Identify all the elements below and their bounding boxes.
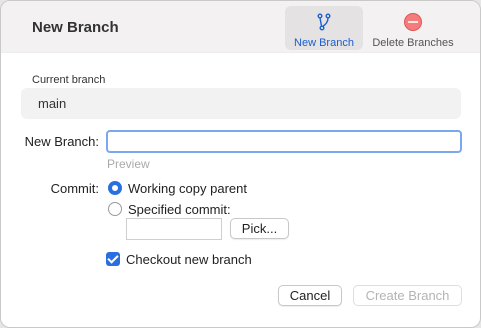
new-branch-field-label: New Branch:	[24, 134, 99, 149]
branch-icon	[314, 12, 334, 32]
pick-button[interactable]: Pick...	[230, 218, 289, 239]
working-copy-parent-label[interactable]: Working copy parent	[128, 181, 247, 196]
new-branch-toolbar-button[interactable]: New Branch	[285, 6, 363, 50]
specified-commit-label[interactable]: Specified commit:	[128, 202, 231, 217]
new-branch-input[interactable]	[106, 130, 462, 153]
new-branch-dialog: New Branch New Branch Delete Branches Cu…	[0, 0, 481, 328]
checkout-new-branch-checkbox[interactable]	[106, 252, 120, 266]
cancel-button[interactable]: Cancel	[278, 285, 342, 306]
current-branch-value: main	[38, 96, 67, 111]
current-branch-box: main	[21, 88, 461, 119]
dialog-title: New Branch	[32, 19, 119, 36]
new-branch-toolbar-label: New Branch	[294, 37, 354, 49]
specified-commit-radio[interactable]	[108, 202, 122, 216]
preview-text: Preview	[107, 157, 150, 171]
create-branch-button[interactable]: Create Branch	[353, 285, 462, 306]
commit-label: Commit:	[50, 181, 99, 196]
toolbar: New Branch New Branch Delete Branches	[1, 1, 480, 53]
delete-branches-toolbar-label: Delete Branches	[372, 37, 454, 49]
working-copy-parent-radio[interactable]	[108, 181, 122, 195]
delete-branches-toolbar-button[interactable]: Delete Branches	[367, 6, 459, 50]
current-branch-label: Current branch	[32, 74, 106, 86]
minus-circle-icon	[403, 12, 423, 32]
checkout-new-branch-label[interactable]: Checkout new branch	[126, 252, 252, 267]
commit-input[interactable]	[126, 218, 222, 240]
